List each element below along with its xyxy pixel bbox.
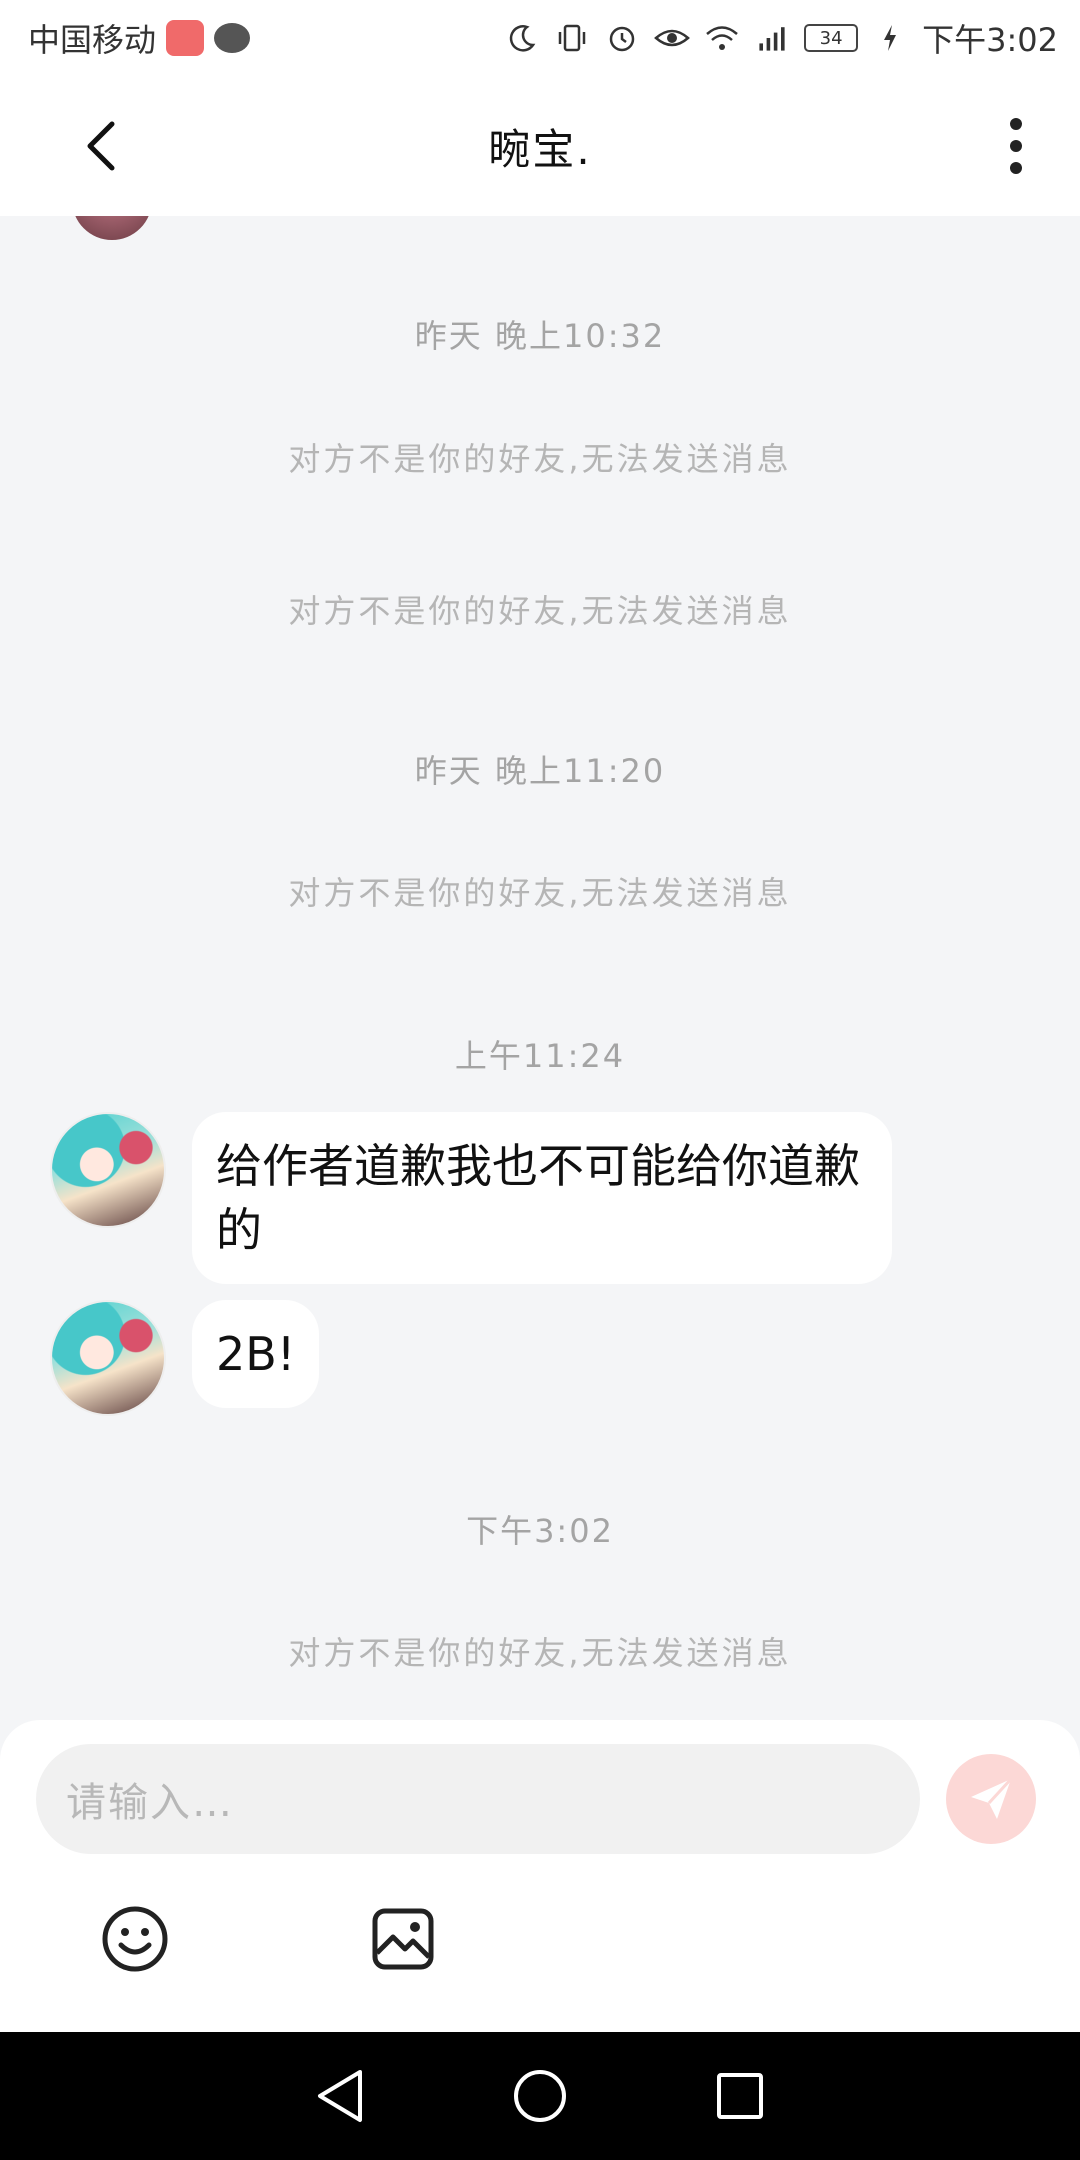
circle-home-icon [514,2070,566,2122]
signal-icon [754,20,790,56]
message-timestamp: 昨天 晚上10:32 [414,317,666,355]
image-icon [372,1908,434,1970]
avatar[interactable] [72,216,152,240]
send-button[interactable] [946,1754,1036,1844]
square-recents-icon [717,2073,763,2119]
alarm-icon [604,20,640,56]
message-input[interactable]: 请输入… [36,1744,920,1854]
more-vertical-icon [1010,118,1022,130]
status-left: 中国移动 [28,15,251,61]
triangle-back-icon [318,2070,362,2122]
emoji-icon [102,1906,168,1972]
wifi-icon [704,20,740,56]
status-bar: 中国移动 34 下午3:02 [0,0,1080,76]
system-notice: 对方不是你的好友,无法发送消息 [288,1634,792,1672]
more-options-button[interactable] [992,112,1040,180]
avatar[interactable] [50,1300,166,1416]
message-bubble[interactable]: 2B! [192,1300,320,1408]
message-timestamp: 上午11:24 [454,1037,626,1075]
message-timestamp: 昨天 晚上11:20 [414,752,666,790]
image-button[interactable] [370,1906,436,1972]
moon-icon [504,20,540,56]
message-row: 2B! [50,1300,320,1416]
status-right: 34 下午3:02 [504,15,1058,61]
clock-label: 下午3:02 [922,21,1058,59]
system-notice: 对方不是你的好友,无法发送消息 [288,592,792,630]
vibrate-icon [554,20,590,56]
message-bubble[interactable]: 给作者道歉我也不可能给你道歉的 [192,1112,892,1284]
carrier-label: 中国移动 [28,21,157,59]
message-row: 给作者道歉我也不可能给你道歉的 [50,1112,892,1284]
send-icon [971,1777,1013,1819]
nav-home-button[interactable] [505,2061,575,2131]
message-notification-icon [214,23,251,53]
system-notice: 对方不是你的好友,无法发送消息 [288,440,792,478]
nav-recents-button[interactable] [705,2061,775,2131]
app-notification-icon [166,20,205,56]
message-timestamp: 下午3:02 [466,1512,614,1550]
emoji-button[interactable] [100,1904,170,1974]
charging-icon [872,20,908,56]
chat-title: 晼宝. [488,124,592,174]
nav-back-button[interactable] [305,2061,375,2131]
battery-indicator: 34 [804,24,859,52]
back-button[interactable] [70,116,130,176]
system-notice: 对方不是你的好友,无法发送消息 [288,874,792,912]
chevron-left-icon [87,121,115,171]
eye-comfort-icon [654,20,691,56]
avatar[interactable] [50,1112,166,1228]
system-navigation-bar [0,2032,1080,2160]
composer: 请输入… [0,1720,1080,2032]
chat-header: 晼宝. [0,76,1080,216]
message-list[interactable]: 昨天 晚上10:32 对方不是你的好友,无法发送消息 对方不是你的好友,无法发送… [0,216,1080,1720]
